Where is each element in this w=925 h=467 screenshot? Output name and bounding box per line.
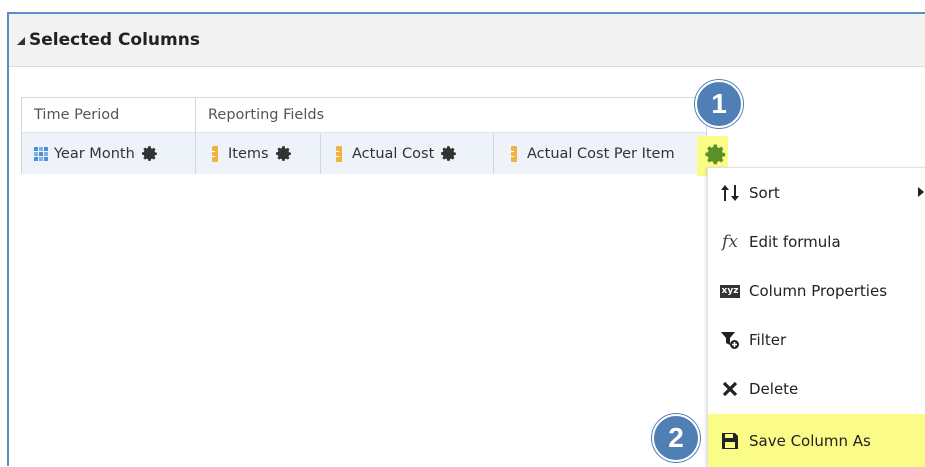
- sort-arrows-icon: [719, 184, 741, 202]
- menu-item-label: Sort: [749, 184, 780, 202]
- column-items[interactable]: Items: [212, 137, 293, 171]
- selected-columns-panel: Selected Columns Time Period Year Month …: [0, 0, 925, 467]
- menu-item-sort[interactable]: Sort: [708, 169, 925, 217]
- group-label: Reporting Fields: [196, 98, 706, 133]
- column-label: Actual Cost Per Item: [527, 146, 675, 162]
- measure-ruler-icon: [336, 146, 342, 162]
- time-period-group: Time Period Year Month: [21, 97, 196, 174]
- reporting-fields-columns: Items Actual Cost Actual Cost Per Item: [196, 133, 706, 174]
- step-badge-2: 2: [652, 414, 700, 462]
- panel-left-border: [7, 12, 9, 466]
- menu-item-filter[interactable]: Filter: [708, 316, 925, 364]
- reporting-fields-group: Reporting Fields Items Actual Cost Actua…: [196, 97, 707, 174]
- column-year-month[interactable]: Year Month: [34, 137, 159, 171]
- menu-item-save-column-as[interactable]: Save Column As: [708, 414, 925, 467]
- column-label: Actual Cost: [352, 146, 435, 162]
- hierarchy-grid-icon: [34, 147, 48, 161]
- menu-item-label: Edit formula: [749, 233, 841, 251]
- gear-icon[interactable]: [275, 145, 293, 163]
- menu-item-label: Save Column As: [749, 431, 871, 450]
- column-label: Items: [228, 146, 269, 162]
- fx-icon: fx: [722, 232, 738, 252]
- group-label: Time Period: [22, 98, 195, 133]
- save-disk-icon: [719, 432, 741, 450]
- measure-ruler-icon: [511, 146, 517, 162]
- column-label: Year Month: [54, 146, 135, 162]
- menu-item-column-properties[interactable]: xyz Column Properties: [708, 267, 925, 315]
- submenu-arrow-icon: [918, 187, 924, 197]
- delete-x-icon: [719, 381, 741, 397]
- step-badge-1: 1: [695, 80, 743, 128]
- time-period-columns: Year Month: [22, 133, 195, 174]
- section-title: Selected Columns: [29, 30, 200, 50]
- gear-icon[interactable]: [141, 145, 159, 163]
- menu-item-label: Filter: [749, 331, 787, 349]
- measure-ruler-icon: [212, 146, 218, 162]
- column-divider: [320, 133, 321, 174]
- menu-item-edit-formula[interactable]: fx Edit formula: [708, 218, 925, 266]
- section-header[interactable]: Selected Columns: [9, 14, 925, 67]
- column-divider: [493, 133, 494, 174]
- menu-item-delete[interactable]: Delete: [708, 365, 925, 413]
- column-actual-cost[interactable]: Actual Cost: [336, 137, 458, 171]
- gear-icon[interactable]: [440, 145, 458, 163]
- column-context-menu: Sort fx Edit formula xyz Column Properti…: [707, 167, 925, 467]
- gear-icon[interactable]: [704, 143, 728, 167]
- xyz-icon: xyz: [719, 284, 741, 298]
- filter-icon: [719, 330, 741, 350]
- menu-item-label: Column Properties: [749, 282, 888, 300]
- menu-item-label: Delete: [749, 380, 799, 398]
- column-actual-cost-per-item[interactable]: Actual Cost Per Item: [511, 137, 675, 171]
- collapse-triangle-icon[interactable]: [17, 37, 25, 45]
